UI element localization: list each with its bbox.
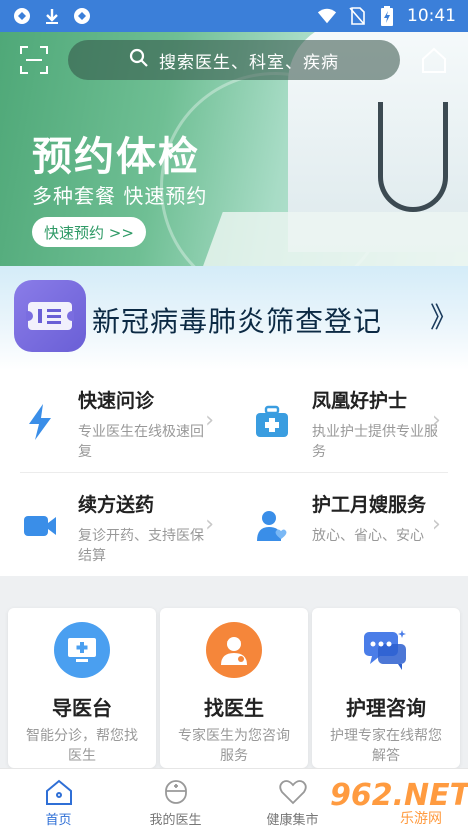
card-triage[interactable]: 导医台 智能分诊，帮您找医生 — [8, 608, 156, 768]
banner-title: 预约体检 — [32, 134, 200, 180]
wifi-icon — [317, 6, 337, 26]
medical-kit-icon — [252, 402, 292, 442]
vpn-icon — [72, 6, 92, 26]
nav-home[interactable]: 首页 — [0, 769, 117, 832]
nav-my-doctor[interactable]: 我的医生 — [117, 769, 234, 832]
home-icon — [45, 779, 73, 805]
quick-book-button[interactable]: 快速预约 >> — [32, 217, 146, 247]
card-nursing-consult[interactable]: 护理咨询 护理专家在线帮您解答 — [312, 608, 460, 768]
chevron-right-icon: › — [432, 512, 441, 537]
divider — [20, 472, 448, 473]
chevron-right-icon: › — [432, 408, 441, 433]
battery-icon — [377, 6, 397, 26]
home-icon[interactable] — [420, 46, 448, 74]
vpn-icon — [12, 6, 32, 26]
chat-bubbles-icon — [358, 622, 414, 678]
status-bar: 10:41 — [0, 0, 468, 32]
heart-icon — [278, 779, 307, 805]
services-grid: 快速问诊 专业医生在线极速回复 › 凤凰好护士 执业护士提供专业服务 › 续方送… — [0, 370, 468, 576]
covid-screening-label: 新冠病毒肺炎筛查登记 — [92, 305, 383, 338]
doctor-icon — [206, 622, 262, 678]
search-placeholder: 搜索医生、科室、疾病 — [159, 52, 339, 73]
feature-cards: 导医台 智能分诊，帮您找医生 找医生 专家医生为您咨询服务 护理咨询 护理专家在… — [0, 590, 468, 768]
search-input[interactable]: 搜索医生、科室、疾病 — [68, 40, 400, 80]
chevron-right-icon: 》 — [430, 301, 459, 334]
monitor-plus-icon — [54, 622, 110, 678]
service-caregiver[interactable]: 护工月嫂服务 放心、省心、安心 › — [0, 474, 441, 574]
watermark-logo: 962.NET — [330, 778, 468, 813]
card-find-doctor[interactable]: 找医生 专家医生为您咨询服务 — [160, 608, 308, 768]
caregiver-icon — [252, 506, 292, 546]
covid-screening-banner[interactable]: 新冠病毒肺炎筛查登记 》 — [0, 266, 468, 370]
promo-banner[interactable]: 搜索医生、科室、疾病 预约体检 多种套餐 快速预约 快速预约 >> — [0, 32, 468, 266]
ticket-icon — [14, 280, 86, 352]
service-nurse[interactable]: 凤凰好护士 执业护士提供专业服务 › — [0, 370, 441, 470]
banner-subtitle: 多种套餐 快速预约 — [32, 184, 208, 208]
status-time: 10:41 — [407, 6, 456, 26]
stethoscope-illustration — [378, 102, 448, 212]
watermark-site: 乐游网 — [400, 811, 442, 827]
search-icon — [129, 48, 149, 73]
download-icon — [42, 6, 62, 26]
scan-icon[interactable] — [20, 46, 48, 74]
no-sim-icon — [347, 6, 367, 26]
doctor-capsule-icon — [162, 779, 190, 805]
